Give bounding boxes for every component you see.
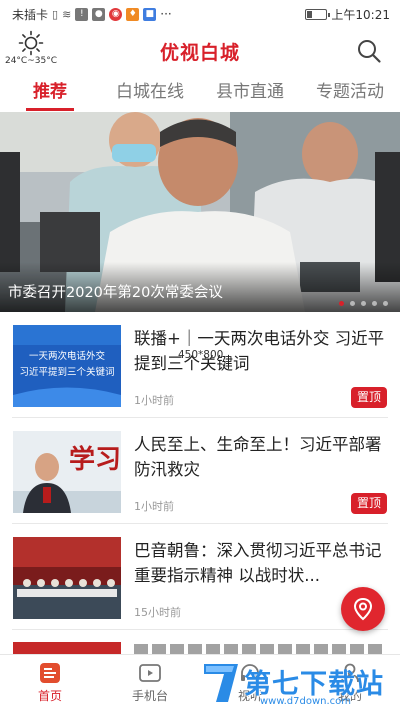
notification-icon: ! [75,7,89,21]
status-bar: 未插卡 ▯ ≋ ! ● ◉ ♦ ■ ··· 上午10:21 [0,0,400,28]
nav-home[interactable]: 首页 [0,655,100,711]
tv-play-icon [139,664,161,682]
news-time: 15小时前 [134,606,181,619]
search-icon[interactable] [356,38,382,64]
thumbnail-text: 一天两次电话外交 [28,351,105,362]
wifi-icon: ≋ [62,7,72,21]
thumbnail-text: 学习 [69,445,121,475]
image-size-overlay: 450*800 [178,349,224,361]
app-title: 优视白城 [159,42,240,64]
tab-county-direct[interactable]: 县市直通 [200,74,300,110]
sim-icon: ▯ [52,7,59,21]
home-news-icon [40,663,60,683]
pinned-badge: 置顶 [351,387,387,408]
news-time: 1小时前 [134,394,174,407]
carousel-dot[interactable] [339,301,344,306]
banner-caption: 市委召开2020年第20次常委会议 [8,285,223,301]
active-tab-indicator [26,108,74,111]
clock: 上午10:21 [331,7,390,22]
nav-mobile-tv[interactable]: 手机台 [100,655,200,711]
location-button[interactable] [341,587,385,631]
site-watermark: 第七下载站 www.d7down.com [198,660,398,710]
watermark-logo-icon [204,664,238,702]
news-time: 1小时前 [134,500,174,513]
watermark-url: www.d7down.com [260,696,352,707]
app-icon: ♦ [126,7,140,21]
thumbnail-text: 习近平提到三个关键词 [19,367,115,378]
news-item[interactable]: 一天两次电话外交 习近平提到三个关键词 联播+｜一天两次电话外交 习近平提到三个… [0,312,400,418]
carousel-dots [339,301,388,306]
tab-baicheng-online[interactable]: 白城在线 [100,74,200,110]
news-thumbnail: 学习 [13,431,121,513]
news-thumbnail [13,537,121,619]
nav-label: 首页 [37,689,62,703]
nav-label: 手机台 [131,689,168,703]
tab-recommend[interactable]: 推荐 [0,74,100,110]
news-item[interactable]: 学习 人民至上、生命至上！习近平部署防汛救灾 1小时前 置顶 [0,418,400,524]
pinned-badge: 置顶 [351,493,387,514]
news-item[interactable]: 巴音朝鲁：深入贯彻习近平总书记重要指示精神 以战时状... 15小时前 [0,524,400,630]
carrier-label: 未插卡 [12,7,49,22]
news-title[interactable]: 巴音朝鲁：深入贯彻习近平总书记重要指示精神 以战时状... [134,538,388,590]
category-tabs: 推荐 白城在线 县市直通 专题活动 [0,74,400,110]
carousel-dot[interactable] [372,301,377,306]
news-title[interactable]: 联播+｜一天两次电话外交 习近平提到三个关键词 [134,326,388,378]
divider [12,629,388,630]
location-pin-icon [353,597,373,621]
app-header: 24°C~35°C 优视白城 [0,28,400,72]
weibo-icon: ◉ [109,7,123,21]
carousel-dot[interactable] [361,301,366,306]
news-thumbnail: 一天两次电话外交 习近平提到三个关键词 [13,325,121,407]
battery-icon [305,8,331,20]
news-title[interactable]: 人民至上、生命至上！习近平部署防汛救灾 [134,432,388,484]
tab-special-events[interactable]: 专题活动 [300,74,400,110]
baidu-icon: ■ [143,7,157,21]
carousel-dot[interactable] [350,301,355,306]
more-notifications-icon: ··· [160,7,172,21]
wechat-icon: ● [92,7,106,21]
carousel-dot[interactable] [383,301,388,306]
banner-carousel[interactable]: 市委召开2020年第20次常委会议 [0,112,400,312]
